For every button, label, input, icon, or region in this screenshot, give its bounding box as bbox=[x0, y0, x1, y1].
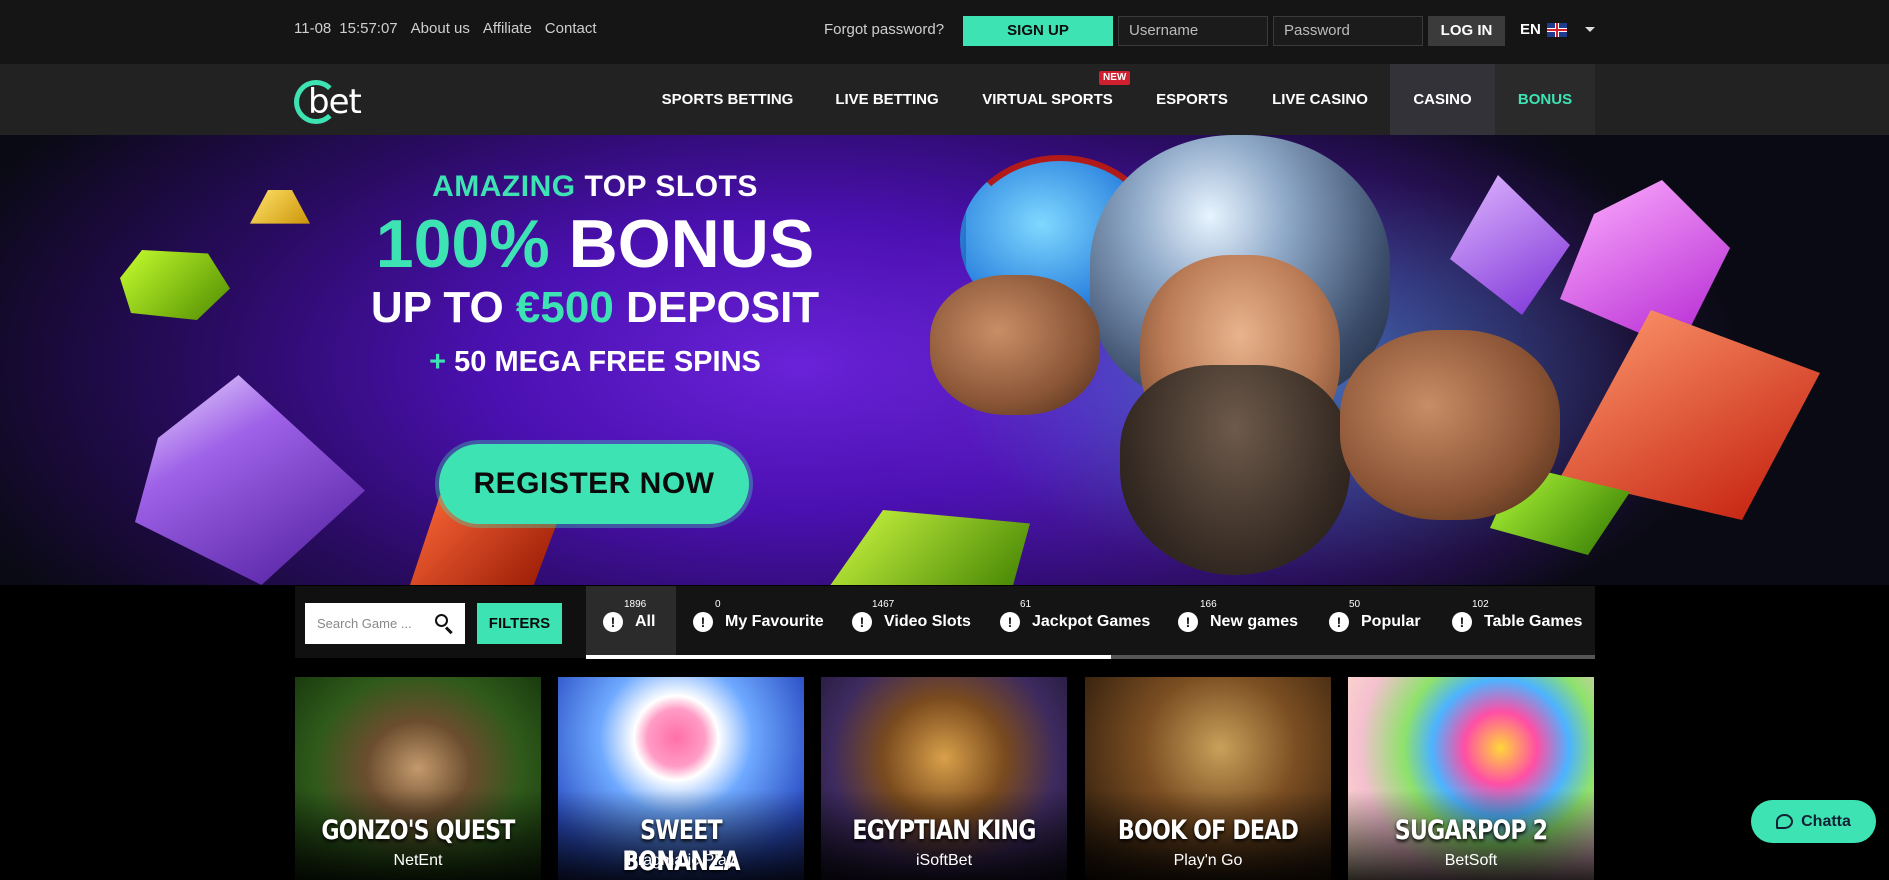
chevron-down-icon bbox=[1584, 27, 1595, 32]
uk-flag-icon bbox=[1546, 22, 1567, 37]
game-title: SUGARPOP 2 bbox=[1394, 815, 1548, 846]
tab-count: 166 bbox=[1200, 599, 1217, 610]
tab-count: 1467 bbox=[872, 599, 895, 610]
tab-all[interactable]: 1896 ! All bbox=[586, 586, 676, 658]
game-tile-egyptian-king[interactable]: EGYPTIAN KING iSoftBet bbox=[821, 677, 1067, 880]
tabs-scrollbar[interactable] bbox=[586, 655, 1595, 659]
forgot-password-link[interactable]: Forgot password? bbox=[824, 21, 944, 38]
yellow-gem-image bbox=[250, 190, 310, 224]
chat-bubble-icon bbox=[1776, 814, 1794, 829]
nav-bonus[interactable]: BONUS bbox=[1495, 64, 1595, 135]
tab-my-favourite[interactable]: 0 ! My Favourite bbox=[693, 586, 824, 658]
game-provider: iSoftBet bbox=[915, 852, 973, 869]
promo-text: AMAZING TOP SLOTS 100% BONUS UP TO €500 … bbox=[340, 170, 850, 379]
tab-count: 1896 bbox=[624, 599, 647, 610]
green-gem-image bbox=[120, 250, 230, 320]
nav-casino[interactable]: CASINO bbox=[1390, 64, 1495, 135]
game-provider: BetSoft bbox=[1444, 852, 1498, 869]
promo-free-spins: + 50 MEGA FREE SPINS bbox=[429, 346, 761, 378]
date-display: 11-08 bbox=[294, 20, 332, 37]
game-title: BOOK OF DEAD bbox=[1117, 815, 1299, 846]
nav-live-casino[interactable]: LIVE CASINO bbox=[1265, 64, 1375, 135]
tab-count: 102 bbox=[1472, 599, 1489, 610]
nav-live-betting[interactable]: LIVE BETTING bbox=[824, 64, 950, 135]
game-tile-sugarpop-2[interactable]: SUGARPOP 2 BetSoft bbox=[1348, 677, 1594, 880]
game-tile-book-of-dead[interactable]: BOOK OF DEAD Play'n Go bbox=[1085, 677, 1331, 880]
tab-count: 61 bbox=[1020, 599, 1032, 610]
tab-jackpot-games[interactable]: 61 ! Jackpot Games bbox=[1000, 586, 1150, 658]
promo-bonus-percent: 100% BONUS bbox=[375, 206, 815, 282]
info-icon: ! bbox=[603, 612, 623, 632]
game-title: GONZO'S QUEST bbox=[321, 815, 515, 846]
tab-table-games[interactable]: 102 ! Table Games bbox=[1452, 586, 1582, 658]
chat-label: Chatta bbox=[1801, 812, 1851, 830]
game-provider: NetEnt bbox=[393, 852, 443, 869]
affiliate-link[interactable]: Affiliate bbox=[483, 20, 532, 37]
search-icon[interactable] bbox=[433, 612, 455, 635]
filters-button[interactable]: FILTERS bbox=[477, 603, 562, 644]
language-code: EN bbox=[1520, 21, 1541, 38]
info-icon: ! bbox=[1178, 612, 1198, 632]
info-icon: ! bbox=[1452, 612, 1472, 632]
clock-display: 15:57:07 bbox=[339, 20, 398, 37]
site-logo[interactable]: bet bbox=[294, 80, 364, 126]
nav-esports[interactable]: ESPORTS bbox=[1148, 64, 1236, 135]
tab-count: 50 bbox=[1349, 599, 1361, 610]
logo-text: bet bbox=[308, 82, 362, 122]
nav-sports-betting[interactable]: SPORTS BETTING bbox=[650, 64, 805, 135]
promo-deposit-amount: UP TO €500 DEPOSIT bbox=[370, 283, 820, 332]
chat-button[interactable]: Chatta bbox=[1751, 800, 1876, 843]
contact-link[interactable]: Contact bbox=[545, 20, 597, 37]
password-field[interactable]: Password bbox=[1273, 16, 1423, 46]
info-icon: ! bbox=[852, 612, 872, 632]
sign-up-button[interactable]: SIGN UP bbox=[963, 16, 1113, 46]
new-badge: NEW bbox=[1099, 71, 1131, 85]
tab-new-games[interactable]: 166 ! New games bbox=[1178, 586, 1298, 658]
promo-headline: AMAZING TOP SLOTS bbox=[432, 170, 758, 203]
info-icon: ! bbox=[1329, 612, 1349, 632]
hero-banner[interactable]: AMAZING TOP SLOTS 100% BONUS UP TO €500 … bbox=[0, 135, 1889, 585]
game-provider: Pragmatic Play bbox=[627, 852, 735, 869]
top-bar: 11-08 15:57:07 About us Affiliate Contac… bbox=[0, 0, 1889, 64]
register-now-button[interactable]: REGISTER NOW bbox=[439, 444, 749, 524]
info-icon: ! bbox=[693, 612, 713, 632]
tab-count: 0 bbox=[715, 599, 721, 610]
username-field[interactable]: Username bbox=[1118, 16, 1268, 46]
tab-video-slots[interactable]: 1467 ! Video Slots bbox=[852, 586, 971, 658]
gonzo-character-image bbox=[930, 135, 1640, 585]
game-tile-sweet-bonanza[interactable]: SWEET BONANZA Pragmatic Play bbox=[558, 677, 804, 880]
log-in-button[interactable]: LOG IN bbox=[1428, 16, 1505, 46]
info-icon: ! bbox=[1000, 612, 1020, 632]
tabs-scrollbar-thumb[interactable] bbox=[586, 655, 1111, 659]
game-tile-gonzos-quest[interactable]: GONZO'S QUEST NetEnt bbox=[295, 677, 541, 880]
language-selector[interactable]: EN bbox=[1520, 21, 1595, 38]
game-title: EGYPTIAN KING bbox=[852, 815, 1036, 846]
about-us-link[interactable]: About us bbox=[411, 20, 470, 37]
tab-popular[interactable]: 50 ! Popular bbox=[1329, 586, 1421, 658]
purple-gem-image bbox=[135, 375, 365, 585]
game-provider: Play'n Go bbox=[1173, 852, 1243, 869]
